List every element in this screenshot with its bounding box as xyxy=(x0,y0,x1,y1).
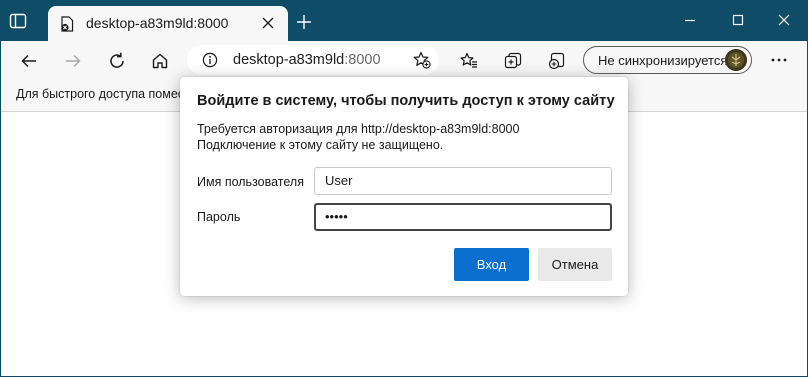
url-host: desktop-a83m9ld xyxy=(233,52,345,68)
password-label: Пароль xyxy=(197,210,241,224)
minimize-icon[interactable] xyxy=(682,12,698,28)
cancel-button[interactable]: Отмена xyxy=(538,248,612,281)
avatar-image-icon xyxy=(725,49,747,71)
password-input[interactable]: ••••• xyxy=(314,203,612,231)
info-icon[interactable] xyxy=(202,52,218,68)
auth-dialog: Войдите в систему, чтобы получить доступ… xyxy=(180,77,628,296)
browser-toolbar: desktop-a83m9ld:8000 Не синхронизируется xyxy=(0,41,808,79)
favorites-icon[interactable] xyxy=(460,52,478,70)
favorites-bar-hint: Для быстрого доступа помес xyxy=(16,87,185,101)
tab-close-icon[interactable] xyxy=(262,17,274,29)
dialog-title: Войдите в систему, чтобы получить доступ… xyxy=(197,93,615,109)
sync-status-text: Не синхронизируется xyxy=(598,53,728,68)
home-icon[interactable] xyxy=(151,52,169,70)
more-options-icon[interactable] xyxy=(770,53,788,67)
profile-avatar xyxy=(725,49,747,71)
back-arrow-icon[interactable] xyxy=(20,52,38,70)
window-border-left xyxy=(0,41,1,377)
refresh-icon[interactable] xyxy=(108,52,126,70)
forward-arrow-icon[interactable] xyxy=(64,52,82,70)
url-text[interactable]: desktop-a83m9ld:8000 xyxy=(233,52,381,68)
profile-sync-button[interactable]: Не синхронизируется xyxy=(583,46,752,74)
url-port: :8000 xyxy=(344,52,381,68)
page-share-icon[interactable] xyxy=(548,52,566,70)
tab-actions-icon[interactable] xyxy=(8,11,28,31)
tab-title: desktop-a83m9ld:8000 xyxy=(86,15,229,31)
username-label: Имя пользователя xyxy=(197,175,304,189)
page-error-icon xyxy=(61,16,74,32)
username-input[interactable]: User xyxy=(314,167,612,195)
login-button[interactable]: Вход xyxy=(454,248,529,281)
collections-icon[interactable] xyxy=(504,52,522,70)
maximize-icon[interactable] xyxy=(730,12,746,28)
title-bar: desktop-a83m9ld:8000 xyxy=(0,0,808,42)
close-window-icon[interactable] xyxy=(776,12,792,28)
add-favorite-icon[interactable] xyxy=(413,51,431,69)
insecure-connection-text: Подключение к этому сайту не защищено. xyxy=(197,138,444,152)
new-tab-icon[interactable] xyxy=(296,14,312,30)
browser-tab[interactable]: desktop-a83m9ld:8000 xyxy=(48,6,288,42)
address-bar[interactable]: desktop-a83m9ld:8000 xyxy=(187,45,439,75)
auth-required-text: Требуется авторизация для http://desktop… xyxy=(197,122,520,136)
